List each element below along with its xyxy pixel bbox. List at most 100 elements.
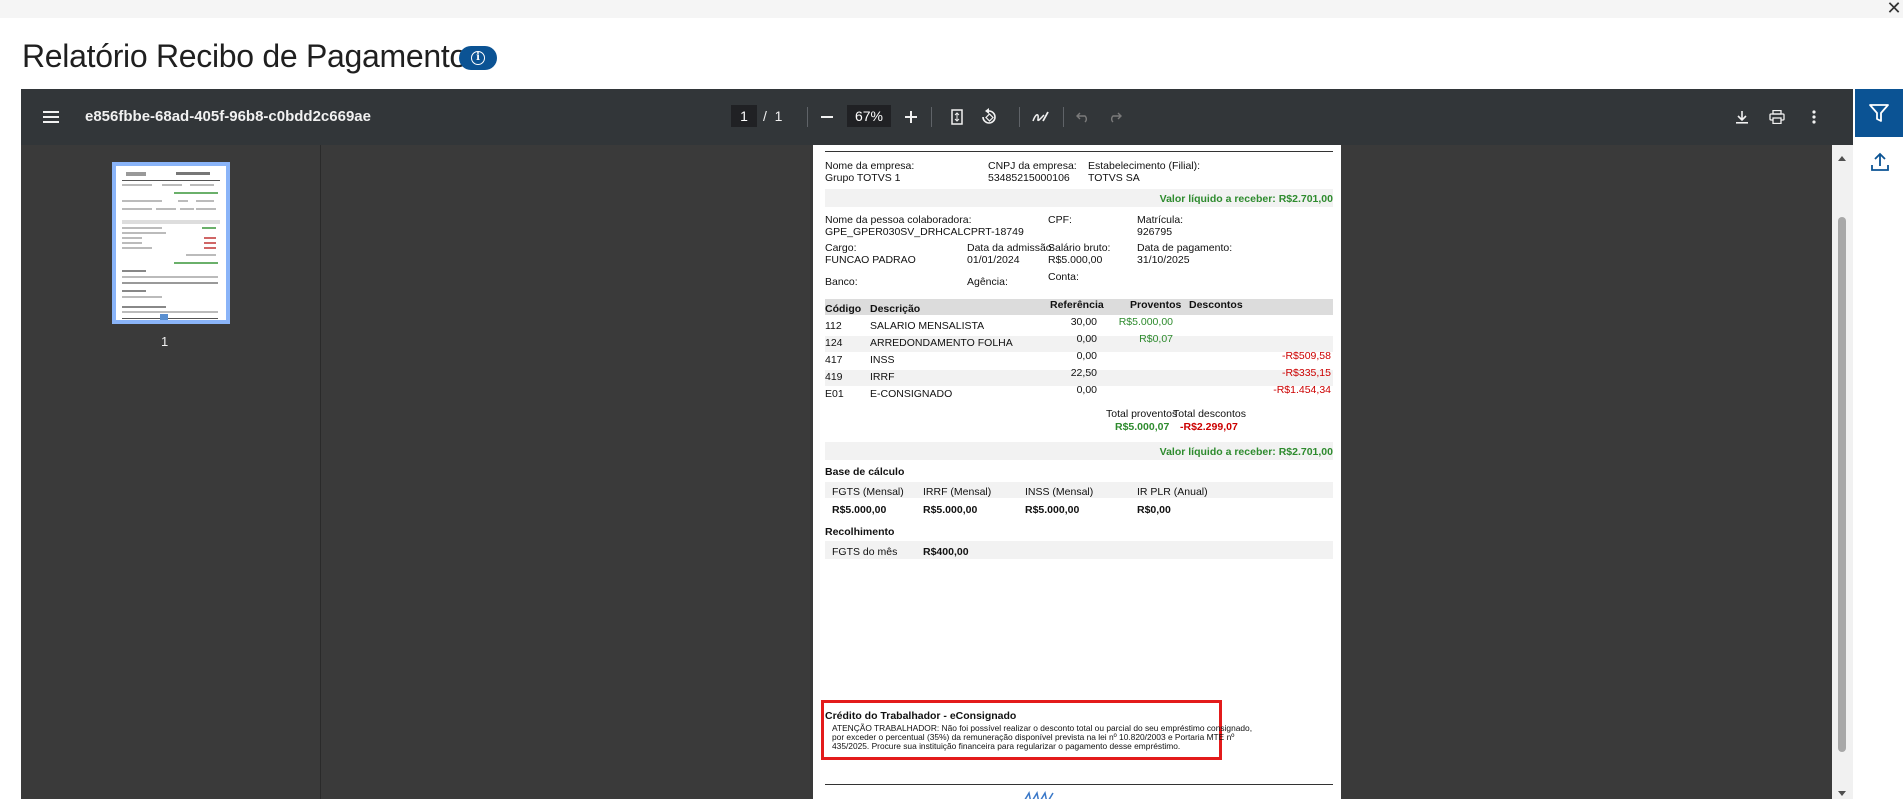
row-proventos: R$0,07 [1139, 333, 1173, 345]
total-proventos-label: Total proventos [1106, 408, 1178, 420]
undo-icon[interactable] [1073, 107, 1093, 127]
fgts-mes-label: FGTS do mês [832, 546, 898, 558]
admissao-value: 01/01/2024 [967, 254, 1020, 266]
row-codigo: 124 [825, 337, 843, 349]
pdf-toolbar: e856fbbe-68ad-405f-96b8-c0bdd2c669ae 1 /… [21, 89, 1853, 145]
page-separator: / [763, 108, 767, 124]
page-count: / 1 [763, 108, 782, 124]
row-descricao: ARREDONDAMENTO FOLHA [870, 337, 1013, 349]
toolbar-divider [931, 107, 932, 127]
agencia-label: Agência: [967, 276, 1008, 288]
row-referencia: 30,00 [1070, 316, 1097, 328]
row-codigo: 112 [825, 320, 842, 332]
valor-liquido-top: Valor líquido a receber: R$2.701,00 [1159, 193, 1333, 205]
upload-button[interactable] [1866, 148, 1894, 176]
right-action-rail [1853, 89, 1903, 799]
recolhimento-band [825, 541, 1333, 559]
base-value-irrf: R$5.000,00 [923, 504, 978, 516]
thumbnail-page-number: 1 [161, 334, 169, 349]
document-scrollbar[interactable] [1832, 145, 1853, 799]
info-button[interactable]: i [459, 46, 497, 70]
salario-value: R$5.000,00 [1048, 254, 1103, 266]
pagamento-label: Data de pagamento: [1137, 242, 1233, 254]
rotate-icon[interactable] [979, 107, 999, 127]
close-icon[interactable]: ✕ [1885, 0, 1903, 18]
conta-label: Conta: [1048, 271, 1079, 283]
redo-icon[interactable] [1105, 107, 1125, 127]
base-value-inss: R$5.000,00 [1025, 504, 1080, 516]
page-title: Relatório Recibo de Pagamento [22, 38, 467, 74]
matricula-label: Matrícula: [1137, 214, 1184, 226]
bottom-rule [825, 784, 1333, 785]
filter-button[interactable] [1855, 89, 1903, 137]
credito-line-3: 435/2025. Procure sua instituição financ… [832, 741, 1181, 751]
row-referencia: 0,00 [1076, 384, 1097, 396]
banco-label: Banco: [825, 276, 858, 288]
base-calculo-title: Base de cálculo [825, 466, 905, 478]
info-icon: i [471, 51, 485, 65]
estabelecimento-value: TOTVS SA [1088, 172, 1140, 184]
base-header-irrf: IRRF (Mensal) [923, 486, 992, 498]
col-descontos: Descontos [1189, 299, 1243, 311]
admissao-label: Data da admissão: [967, 242, 1055, 254]
pagamento-value: 31/10/2025 [1137, 254, 1190, 266]
valor-liquido-bottom: Valor líquido a receber: R$2.701,00 [1159, 446, 1333, 458]
row-proventos: R$5.000,00 [1118, 316, 1173, 328]
credito-title: Crédito do Trabalhador - eConsignado [825, 710, 1017, 722]
col-proventos: Proventos [1130, 299, 1182, 311]
fgts-mes-value: R$400,00 [923, 546, 969, 558]
window-top-strip [0, 0, 1903, 18]
cpf-label: CPF: [1048, 214, 1072, 226]
pdf-viewer: e856fbbe-68ad-405f-96b8-c0bdd2c669ae 1 /… [21, 89, 1853, 799]
base-value-fgts: R$5.000,00 [832, 504, 887, 516]
cnpj-value: 53485215000106 [988, 172, 1070, 184]
toolbar-divider [1063, 107, 1064, 127]
pessoa-label: Nome da pessoa colaboradora: [825, 214, 972, 226]
col-descricao: Descrição [870, 303, 921, 315]
row-referencia: 0,00 [1076, 350, 1097, 362]
document-area: Nome da empresa: Grupo TOTVS 1 CNPJ da e… [322, 145, 1832, 799]
more-options-icon[interactable] [1804, 107, 1824, 127]
row-descontos: -R$335,15 [1281, 367, 1331, 379]
filter-icon [1869, 104, 1889, 122]
row-descontos: -R$509,58 [1281, 350, 1331, 362]
scroll-up-arrow-icon[interactable] [1837, 149, 1847, 167]
row-referencia: 0,00 [1076, 333, 1097, 345]
zoom-out-icon[interactable] [817, 107, 837, 127]
signature-mark [1021, 789, 1055, 799]
zoom-in-icon[interactable] [901, 107, 921, 127]
pessoa-value: GPE_GPER030SV_DRHCALCPRT-18749 [825, 226, 1024, 238]
menu-icon[interactable] [41, 107, 61, 127]
base-header-inss: INSS (Mensal) [1025, 486, 1094, 498]
row-codigo: E01 [825, 388, 844, 400]
print-icon[interactable] [1767, 107, 1787, 127]
toolbar-divider [807, 107, 808, 127]
total-descontos-label: Total descontos [1173, 408, 1246, 420]
upload-icon [1871, 152, 1889, 171]
row-descontos: -R$1.454,34 [1273, 384, 1331, 396]
fit-page-icon[interactable] [947, 107, 967, 127]
row-descricao: IRRF [870, 371, 895, 383]
toolbar-divider [1019, 107, 1020, 127]
top-rule [825, 151, 1333, 152]
cargo-label: Cargo: [825, 242, 857, 254]
scroll-down-arrow-icon[interactable] [1837, 785, 1847, 799]
recolhimento-title: Recolhimento [825, 526, 895, 538]
page-number-input[interactable]: 1 [731, 105, 757, 127]
page-thumbnail[interactable] [112, 162, 230, 324]
base-header-fgts: FGTS (Mensal) [832, 486, 904, 498]
salario-label: Salário bruto: [1048, 242, 1111, 254]
cnpj-label: CNPJ da empresa: [988, 160, 1077, 172]
payslip-page: Nome da empresa: Grupo TOTVS 1 CNPJ da e… [813, 145, 1341, 799]
annotate-icon[interactable] [1031, 107, 1051, 127]
total-pages: 1 [774, 108, 783, 124]
zoom-input[interactable]: 67% [847, 105, 891, 127]
row-descricao: SALARIO MENSALISTA [870, 320, 985, 332]
estabelecimento-label: Estabelecimento (Filial): [1088, 160, 1201, 172]
download-icon[interactable] [1732, 107, 1752, 127]
col-codigo: Código [825, 303, 862, 315]
total-descontos-value: -R$2.299,07 [1180, 421, 1238, 433]
cargo-value: FUNCAO PADRAO [825, 254, 916, 266]
total-proventos-value: R$5.000,07 [1115, 421, 1170, 433]
scroll-thumb[interactable] [1838, 217, 1846, 752]
